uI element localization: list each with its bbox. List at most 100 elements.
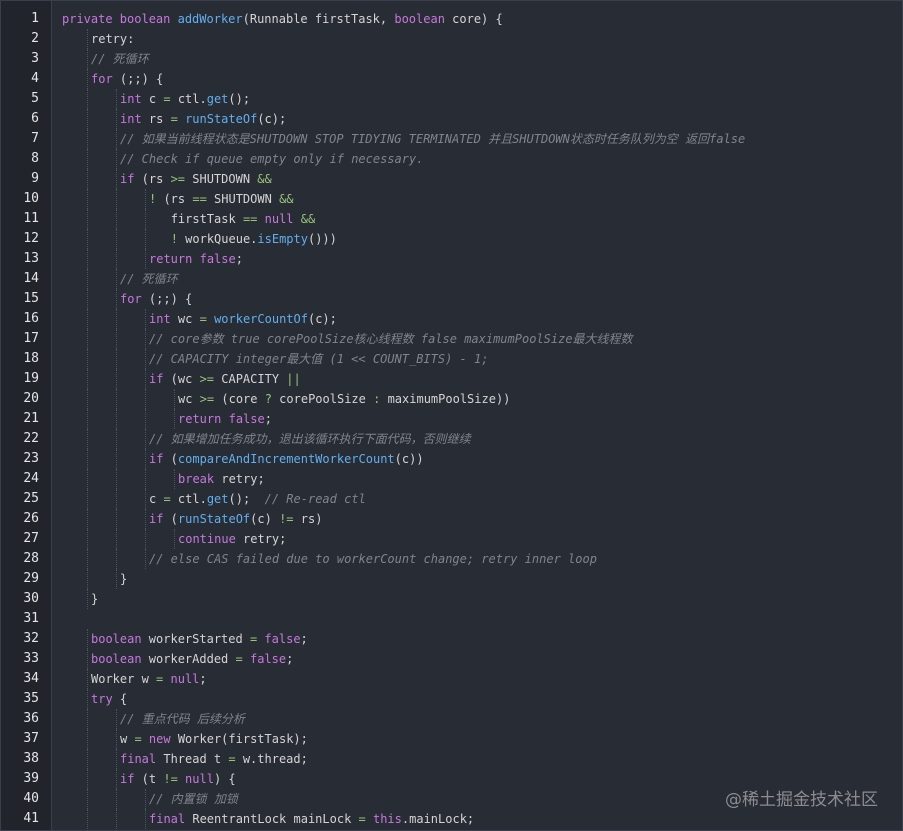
code-text: for (;;) { [120,289,192,309]
code-token: false [264,632,301,646]
code-line[interactable]: 2 retry: [1,29,902,49]
code-area[interactable]: 1 private boolean addWorker(Runnable firs… [1,9,902,829]
code-line[interactable]: 8 // Check if queue empty only if necessa… [1,149,902,169]
code-token: return [178,412,222,426]
indent-guide [145,789,146,809]
code-token: = [358,812,366,826]
code-text: // 如果当前线程状态是SHUTDOWN STOP TIDYING TERMIN… [120,129,745,149]
code-text: // 如果增加任务成功，退出该循环执行下面代码，否则继续 [149,429,471,449]
code-token: } [120,572,128,586]
code-token: Worker w [91,672,157,686]
indent-guide [116,309,117,329]
code-line[interactable]: 19 if (wc >= CAPACITY || [1,369,902,389]
code-line[interactable]: 32 boolean workerStarted = false; [1,629,902,649]
code-line[interactable]: 10 ! (rs == SHUTDOWN && [1,189,902,209]
code-line[interactable]: 15 for (;;) { [1,289,902,309]
code-line[interactable]: 27 continue retry; [1,529,902,549]
code-line[interactable]: 12 ! workQueue.isEmpty())) [1,229,902,249]
code-text: Worker w = null; [91,669,207,689]
code-line[interactable]: 30} [1,589,902,609]
line-number: 37 [23,731,39,746]
code-token: // 如果当前线程状态是SHUTDOWN STOP TIDYING TERMIN… [120,132,746,146]
code-token: (c); [307,312,337,326]
code-token: ; [235,252,243,266]
code-token: for [91,72,113,86]
code-line[interactable]: 37 w = new Worker(firstTask); [1,729,902,749]
code-token: if [149,512,164,526]
code-line[interactable]: 31 [1,609,902,629]
indent-guide [116,789,117,809]
code-text: } [120,569,127,589]
code-token: { [112,692,128,706]
code-line[interactable]: 26 if (runStateOf(c) != rs) [1,509,902,529]
code-editor[interactable]: 1 private boolean addWorker(Runnable firs… [0,0,903,831]
code-line[interactable]: 41 final ReentrantLock mainLock = this.ma… [1,809,902,829]
code-line[interactable]: 13 return false; [1,249,902,269]
code-line[interactable]: 11 firstTask == null && [1,209,902,229]
indent-guide [145,449,146,469]
indent-guide [87,149,88,169]
line-number: 25 [23,491,39,506]
code-token: for [120,292,142,306]
code-line[interactable]: 20 wc >= (core ? corePoolSize : maximumPo… [1,389,902,409]
code-line[interactable]: 35 try { [1,689,902,709]
code-token: SHUTDOWN [185,172,258,186]
code-line[interactable]: 22 // 如果增加任务成功，退出该循环执行下面代码，否则继续 [1,429,902,449]
code-text: boolean workerAdded = false; [91,649,293,669]
code-text: private boolean addWorker(Runnable first… [62,9,503,29]
code-token: runStateOf [185,112,258,126]
code-line[interactable]: 18 // CAPACITY integer最大值 (1 << COUNT_BIT… [1,349,902,369]
code-line[interactable]: 17 // core参数 true corePoolSize核心线程数 false… [1,329,902,349]
code-line[interactable]: 34 Worker w = null; [1,669,902,689]
line-number: 16 [23,311,39,326]
code-token: maximumPoolSize)) [380,392,511,406]
code-line[interactable]: 25 c = ctl.get(); // Re-read ctl [1,489,902,509]
code-line[interactable]: 7 // 如果当前线程状态是SHUTDOWN STOP TIDYING TERMI… [1,129,902,149]
indent-guide [145,409,146,429]
indent-guide [87,49,88,69]
code-line[interactable]: 21 return false; [1,409,902,429]
indent-guide [145,489,146,509]
code-line[interactable]: 14 // 死循环 [1,269,902,289]
code-token: >= [170,172,186,186]
code-token: == [242,212,258,226]
code-token: ( [163,512,178,526]
code-line[interactable]: 5 int c = ctl.get(); [1,89,902,109]
indent-guide [87,229,88,249]
code-line[interactable]: 38 final Thread t = w.thread; [1,749,902,769]
code-line[interactable]: 1 private boolean addWorker(Runnable firs… [1,9,902,29]
code-line[interactable]: 4 for (;;) { [1,69,902,89]
indent-guide [145,529,146,549]
code-line[interactable]: 29} [1,569,902,589]
code-token: Worker(firstTask); [170,732,308,746]
indent-guide [116,89,117,109]
code-token: && [300,212,316,226]
indent-guide [116,429,117,449]
indent-guide [145,329,146,349]
code-line[interactable]: 6 int rs = runStateOf(c); [1,109,902,129]
code-token: = [199,312,207,326]
line-number: 3 [31,51,39,66]
code-token: final [149,812,186,826]
code-line[interactable]: 36 // 重点代码 后续分析 [1,709,902,729]
code-line[interactable]: 16 int wc = workerCountOf(c); [1,309,902,329]
code-line[interactable]: 33 boolean workerAdded = false; [1,649,902,669]
code-token: compareAndIncrementWorkerCount [177,452,395,466]
code-token: workerCountOf [214,312,308,326]
indent-guide [145,349,146,369]
code-line[interactable]: 28 // else CAS failed due to workerCount … [1,549,902,569]
code-line[interactable]: 3 // 死循环 [1,49,902,69]
code-token: null [185,772,214,786]
code-token: w [120,732,135,746]
code-token: || [286,372,301,386]
code-line[interactable]: 9 if (rs >= SHUTDOWN && [1,169,902,189]
code-token: if [149,372,164,386]
code-line[interactable]: 23 if (compareAndIncrementWorkerCount(c)) [1,449,902,469]
code-token: final [120,752,157,766]
line-number: 17 [23,331,39,346]
code-line[interactable]: 24 break retry; [1,469,902,489]
indent-guide [116,489,117,509]
indent-guide [116,509,117,529]
code-text: // Check if queue empty only if necessar… [120,149,423,169]
